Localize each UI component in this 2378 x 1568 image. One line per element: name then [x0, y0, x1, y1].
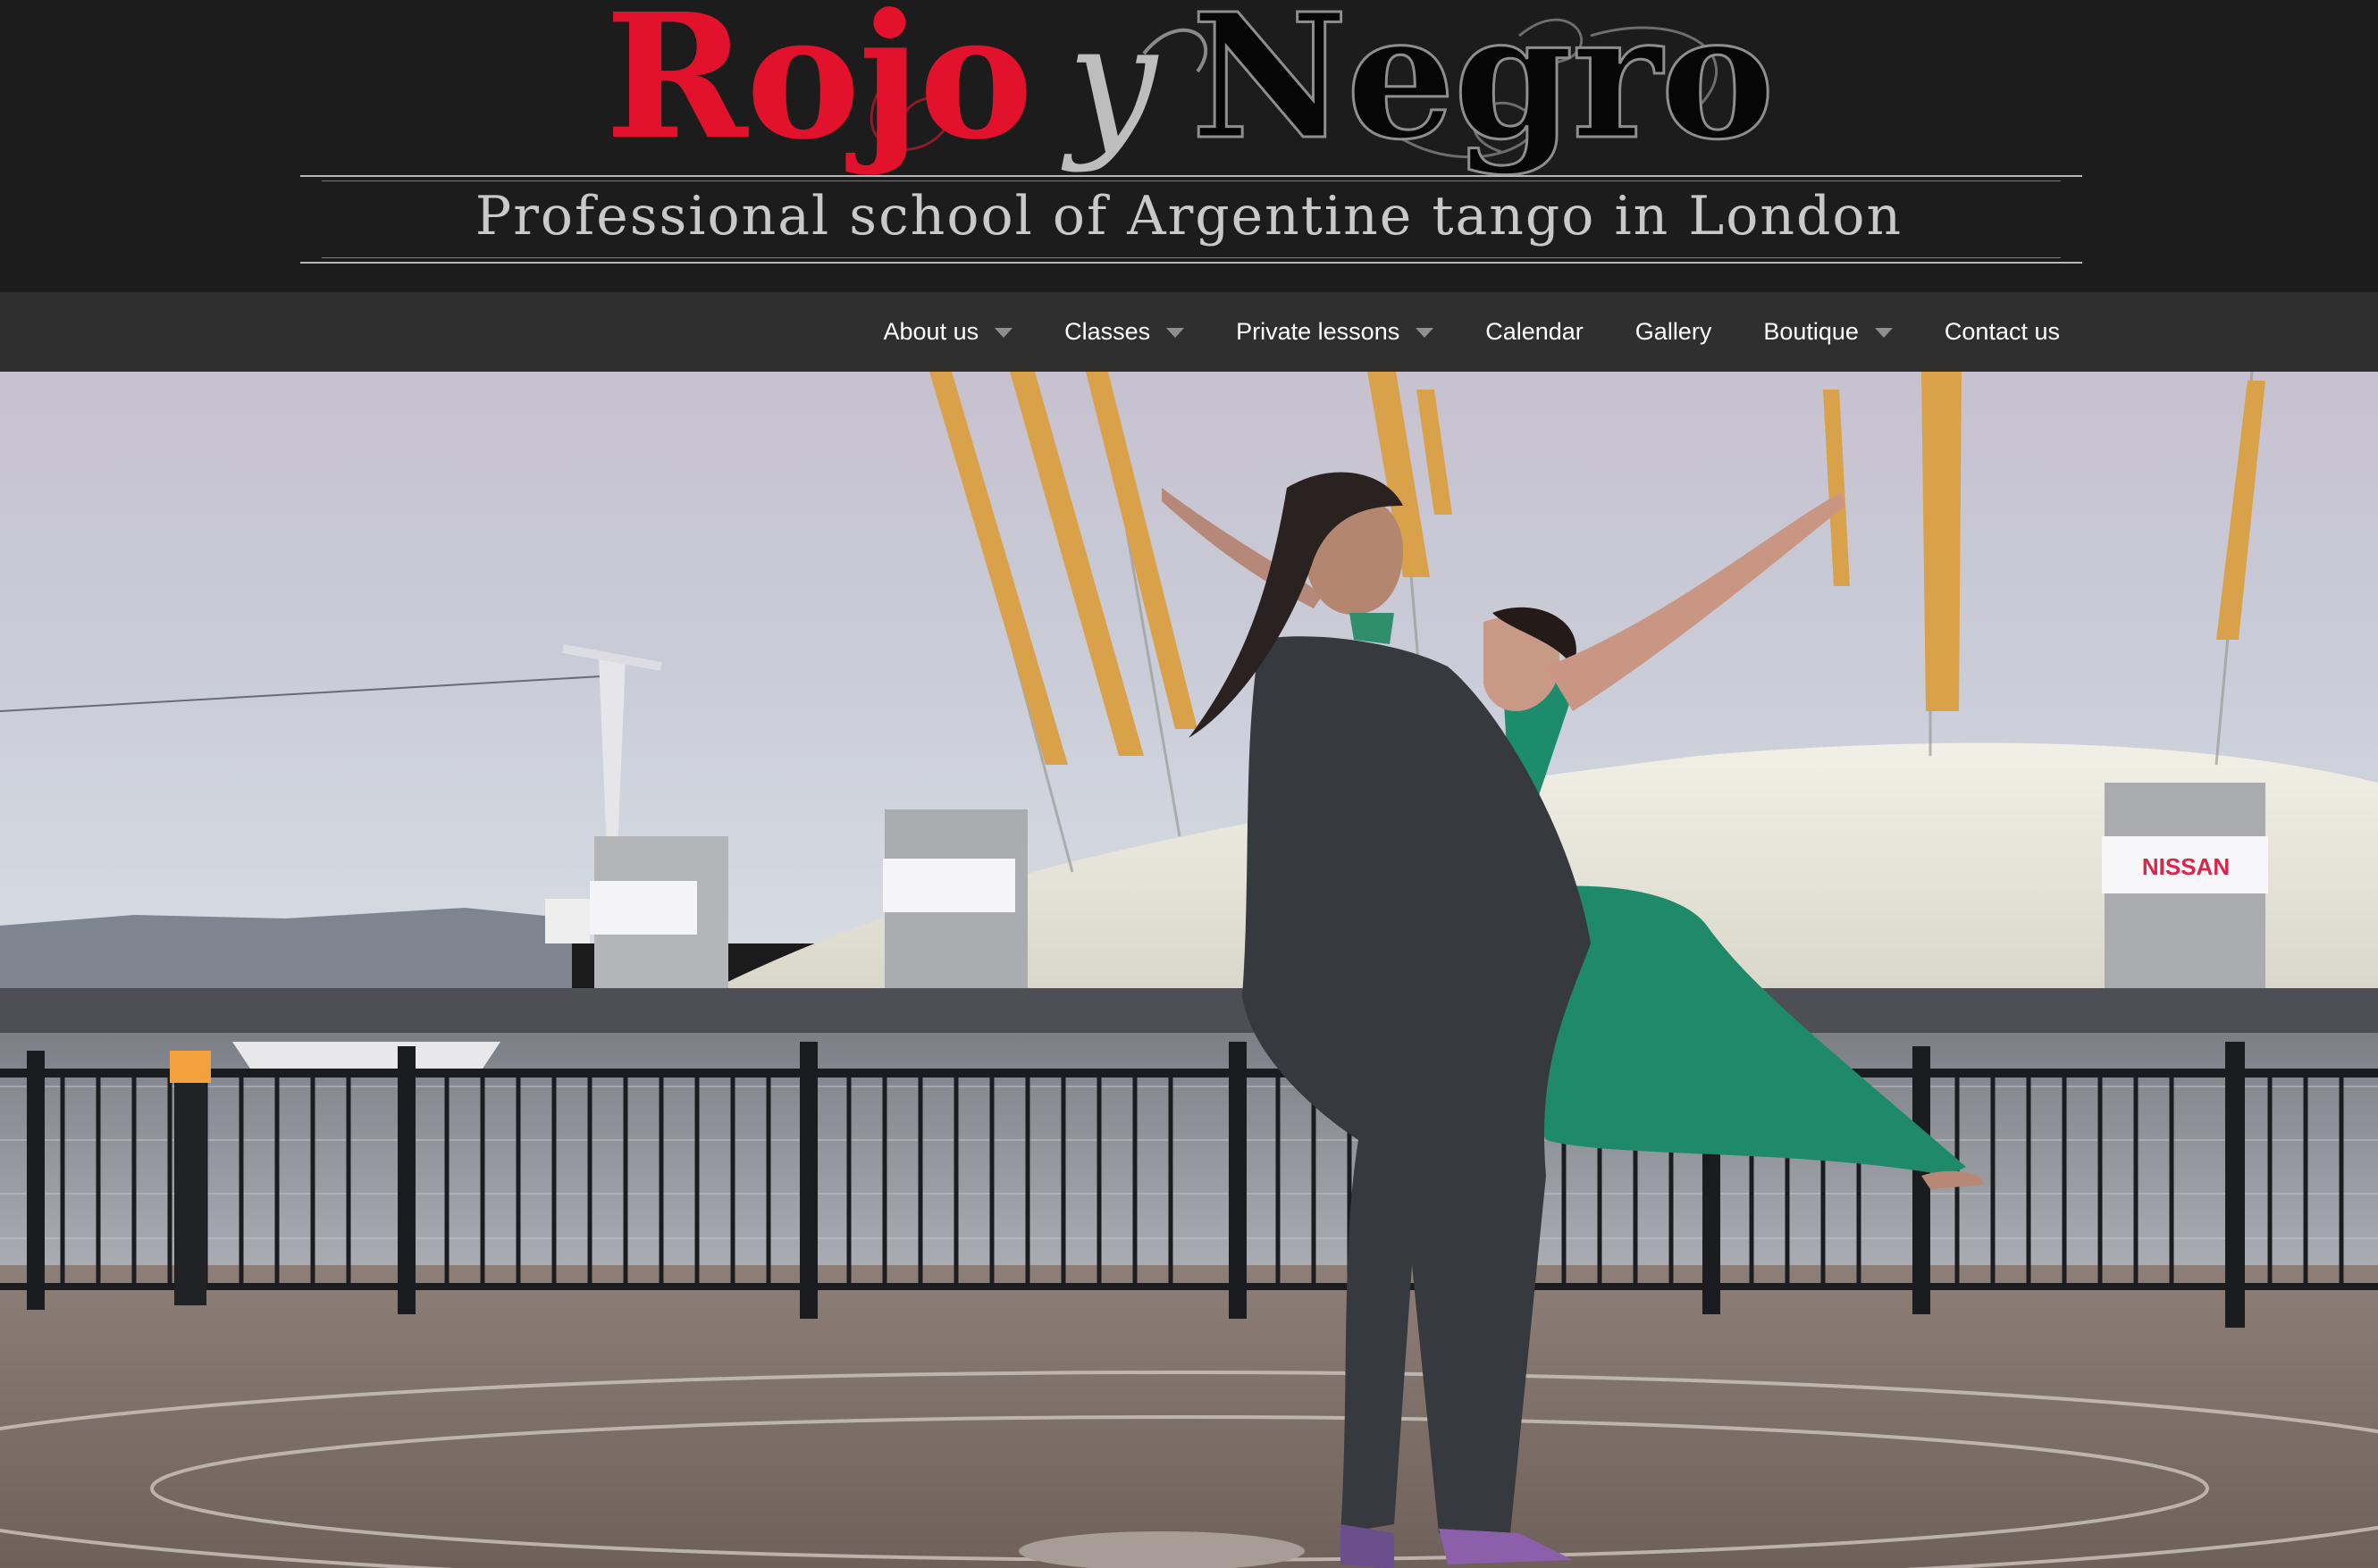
caret-down-icon[interactable] — [1874, 328, 1893, 338]
nav-item-classes[interactable]: Classes — [1038, 292, 1210, 372]
nav-item-private-lessons[interactable]: Private lessons — [1210, 292, 1459, 372]
logo-word-rojo: Rojo — [605, 0, 1033, 178]
nav-menu: About us Classes Private lessons Calenda… — [858, 292, 2060, 372]
hero-photo-tango-dancers: NISSAN — [0, 372, 2378, 1568]
nav-label: Classes — [1064, 318, 1151, 345]
logo-word-y: y — [1067, 0, 1157, 174]
nav-item-contact-us[interactable]: Contact us — [1919, 292, 2060, 372]
nissan-sign: NISSAN — [2142, 853, 2230, 880]
tagline-top-rule — [300, 175, 2082, 177]
site-logo[interactable]: Rojo y Negro — [0, 0, 2378, 174]
nav-label: Contact us — [1944, 318, 2060, 345]
nav-label: About us — [883, 318, 979, 345]
caret-down-icon[interactable] — [1416, 328, 1434, 338]
tagline-bottom-rule — [300, 262, 2082, 264]
nav-label: Boutique — [1763, 318, 1859, 345]
nav-item-calendar[interactable]: Calendar — [1459, 292, 1609, 372]
nav-label: Private lessons — [1236, 318, 1400, 345]
logo-wordmark: Rojo y Negro — [0, 0, 2378, 176]
caret-down-icon[interactable] — [1166, 328, 1185, 338]
nav-item-boutique[interactable]: Boutique — [1737, 292, 1919, 372]
nav-label: Gallery — [1634, 318, 1712, 345]
site-header: Rojo y Negro Professional school of Argent… — [0, 0, 2378, 292]
nav-item-about-us[interactable]: About us — [858, 292, 1039, 372]
hero-image: NISSAN — [0, 372, 2378, 1568]
caret-down-icon[interactable] — [995, 328, 1013, 338]
logo-word-negro: Negro — [1189, 0, 1776, 178]
nav-label: Calendar — [1485, 318, 1584, 345]
nav-item-gallery[interactable]: Gallery — [1609, 292, 1738, 372]
tagline-bottom-rule-inner — [322, 257, 2061, 258]
main-navigation: About us Classes Private lessons Calenda… — [0, 292, 2378, 372]
site-tagline: Professional school of Argentine tango i… — [475, 185, 1903, 247]
